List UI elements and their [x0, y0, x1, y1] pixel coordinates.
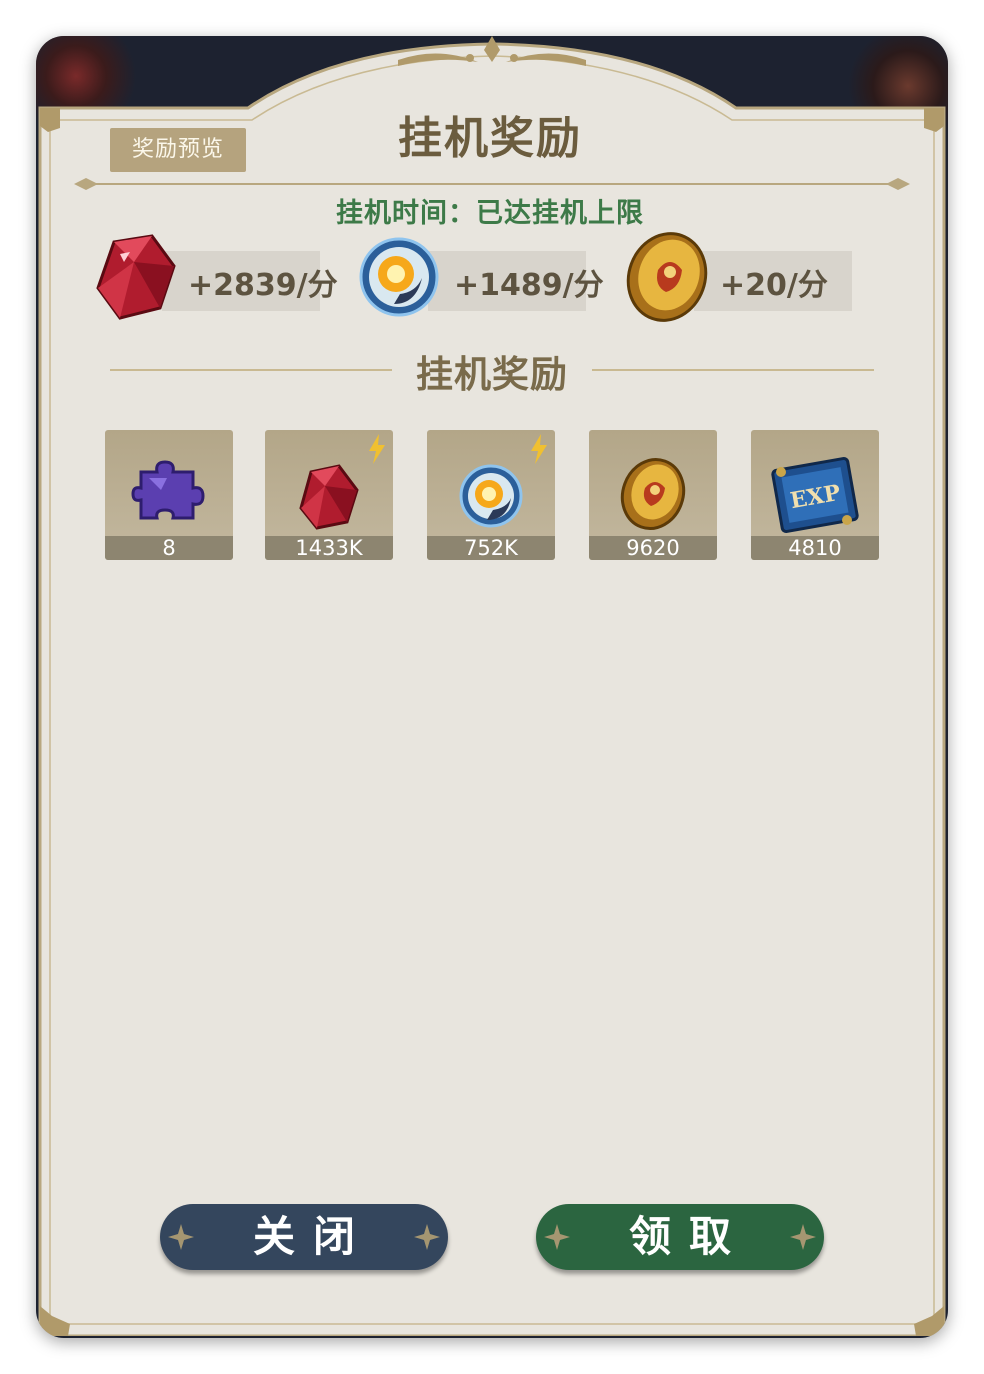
gold-coin-icon [620, 458, 686, 530]
section-title: 挂机奖励 [416, 353, 568, 396]
gold-coin-icon [626, 232, 708, 322]
close-button-label: 关闭 [252, 1212, 373, 1261]
claim-button[interactable]: 领取 [536, 1204, 824, 1270]
sparkle-icon [544, 1224, 570, 1250]
reward-count: 1433K [265, 536, 393, 560]
reward-count: 9620 [589, 536, 717, 560]
dialog-title: 挂机奖励 [398, 113, 582, 164]
puzzle-piece-icon [131, 460, 205, 520]
claim-button-label: 领取 [628, 1212, 749, 1261]
reward-item-puzzle[interactable]: 8 [105, 430, 233, 560]
close-button[interactable]: 关闭 [160, 1204, 448, 1270]
reward-panel: 奖励预览 挂机奖励 挂机时间：已达挂机上限 +2839/分 +1489/分 +2… [38, 36, 946, 1336]
sparkle-icon [790, 1224, 816, 1250]
sparkle-icon [168, 1224, 194, 1250]
reward-item-ruby[interactable]: 1433K [265, 430, 393, 560]
ruby-gem-icon [96, 234, 176, 320]
dialog-window: 奖励预览 挂机奖励 挂机时间：已达挂机上限 +2839/分 +1489/分 +2… [36, 36, 948, 1338]
reward-item-exp[interactable]: EXP 4810 [751, 430, 879, 560]
boost-bolt-icon [369, 434, 385, 464]
sparkle-icon [414, 1224, 440, 1250]
reward-count: 4810 [751, 536, 879, 560]
exp-scroll-icon: EXP [771, 457, 859, 533]
rate-ruby-text: +2839/分 [188, 268, 338, 303]
rate-orb-text: +1489/分 [454, 268, 604, 303]
boost-bolt-icon [531, 434, 547, 464]
reward-item-coin[interactable]: 9620 [589, 430, 717, 560]
reward-count: 8 [105, 536, 233, 560]
rate-coin-text: +20/分 [720, 268, 828, 303]
idle-time-status: 挂机时间：已达挂机上限 [336, 198, 644, 229]
energy-orb-icon [359, 237, 439, 317]
reward-count: 752K [427, 536, 555, 560]
reward-item-orb[interactable]: 752K [427, 430, 555, 560]
reward-preview-button[interactable]: 奖励预览 [110, 128, 246, 172]
panel-frame [38, 36, 946, 1336]
